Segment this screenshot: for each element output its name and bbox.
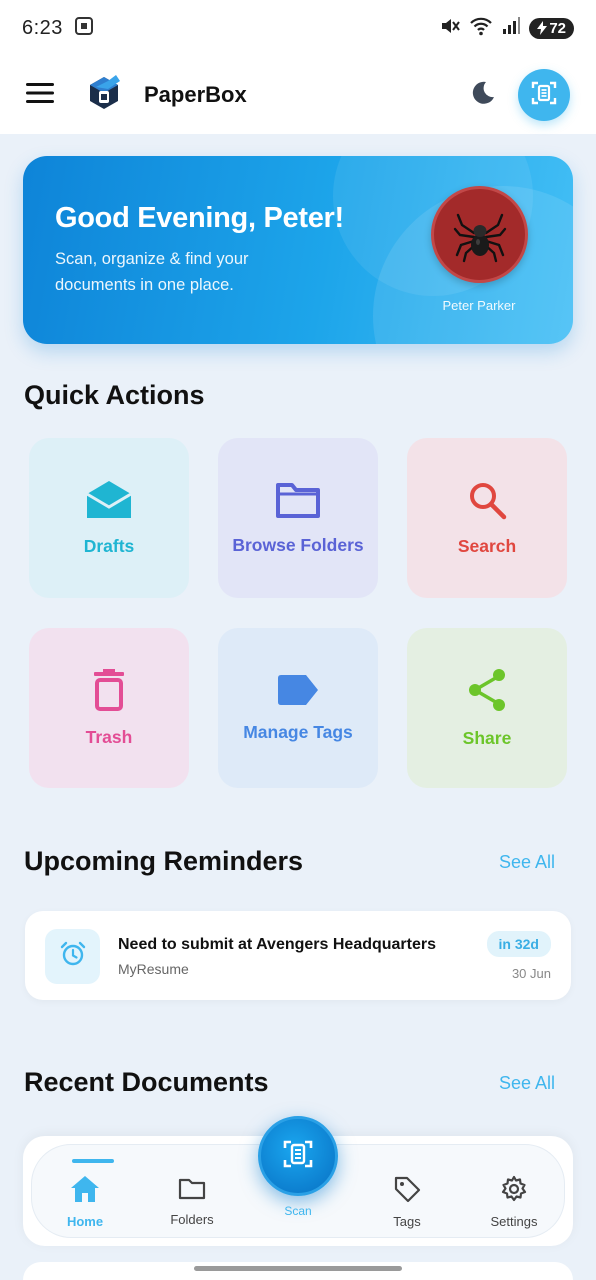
reminders-see-all-link[interactable]: See All <box>499 852 555 873</box>
menu-icon[interactable] <box>26 82 54 109</box>
quick-action-browse-folders[interactable]: Browse Folders <box>218 438 378 598</box>
nav-home[interactable]: Home <box>40 1145 130 1239</box>
nav-folders[interactable]: Folders <box>147 1145 237 1239</box>
quick-action-drafts[interactable]: Drafts <box>29 438 189 598</box>
nav-scan-fab[interactable] <box>258 1116 338 1196</box>
folder-icon <box>275 481 321 519</box>
search-icon <box>467 480 507 520</box>
nav-scan-label: Scan <box>284 1204 312 1218</box>
reminder-card[interactable]: Need to submit at Avengers Headquarters … <box>25 911 571 1000</box>
nav-active-indicator <box>72 1159 114 1163</box>
app-title: PaperBox <box>144 82 247 107</box>
status-bar: 6:23 72 <box>0 0 596 56</box>
mute-icon <box>439 15 461 42</box>
nav-label: Folders <box>170 1212 214 1227</box>
tile-label: Drafts <box>83 535 135 556</box>
nav-tags[interactable]: Tags <box>362 1145 452 1239</box>
tile-label: Manage Tags <box>243 721 353 742</box>
tile-label: Trash <box>85 726 133 747</box>
envelope-icon <box>86 480 132 520</box>
app-header: PaperBox <box>0 56 596 134</box>
reminders-title: Upcoming Reminders <box>24 846 304 876</box>
tile-label: Share <box>462 727 512 748</box>
signal-icon <box>501 16 521 41</box>
avatar[interactable] <box>431 186 528 283</box>
quick-action-trash[interactable]: Trash <box>29 628 189 788</box>
trash-icon <box>92 668 126 711</box>
reminder-date: 30 Jun <box>511 966 551 981</box>
spider-avatar-icon <box>453 213 506 262</box>
share-icon <box>466 668 508 712</box>
scan-icon <box>531 80 557 111</box>
app-logo <box>86 73 124 118</box>
alarm-clock-icon <box>59 940 87 973</box>
nav-label: Home <box>66 1214 104 1229</box>
reminder-document: MyResume <box>118 961 189 977</box>
status-time: 6:23 <box>22 16 63 39</box>
quick-action-search[interactable]: Search <box>407 438 567 598</box>
folder-icon <box>178 1177 206 1206</box>
reminder-icon-box <box>45 929 100 984</box>
reminder-due-badge: in 32d <box>486 931 551 957</box>
moon-icon[interactable] <box>468 79 496 112</box>
battery-indicator: 72 <box>529 17 574 39</box>
home-icon <box>70 1175 100 1208</box>
tile-label: Search <box>457 535 517 556</box>
quick-actions-title: Quick Actions <box>24 380 205 410</box>
nav-settings[interactable]: Settings <box>469 1145 559 1239</box>
greeting-subtitle: Scan, organize & find your documents in … <box>55 250 249 294</box>
nav-label: Tags <box>393 1214 421 1229</box>
scan-icon <box>282 1138 314 1175</box>
screenshot-status-icon <box>73 15 95 42</box>
nav-label: Settings <box>490 1214 538 1229</box>
tile-label: Browse Folders <box>232 534 364 555</box>
home-indicator <box>194 1266 402 1271</box>
battery-level: 72 <box>549 19 566 37</box>
tag-icon <box>276 674 320 706</box>
reminder-title: Need to submit at Avengers Headquarters <box>118 936 437 953</box>
recent-documents-see-all-link[interactable]: See All <box>499 1073 555 1094</box>
greeting-card: Good Evening, Peter! Scan, organize & fi… <box>23 156 573 344</box>
gear-icon <box>500 1175 528 1208</box>
wifi-icon <box>469 15 493 42</box>
greeting-title: Good Evening, Peter! <box>55 202 344 234</box>
tag-icon <box>393 1175 421 1208</box>
quick-action-manage-tags[interactable]: Manage Tags <box>218 628 378 788</box>
recent-documents-title: Recent Documents <box>24 1067 269 1097</box>
header-scan-button[interactable] <box>518 69 570 121</box>
avatar-name: Peter Parker <box>442 298 516 313</box>
quick-action-share[interactable]: Share <box>407 628 567 788</box>
recent-document-card-peek[interactable] <box>23 1262 573 1280</box>
